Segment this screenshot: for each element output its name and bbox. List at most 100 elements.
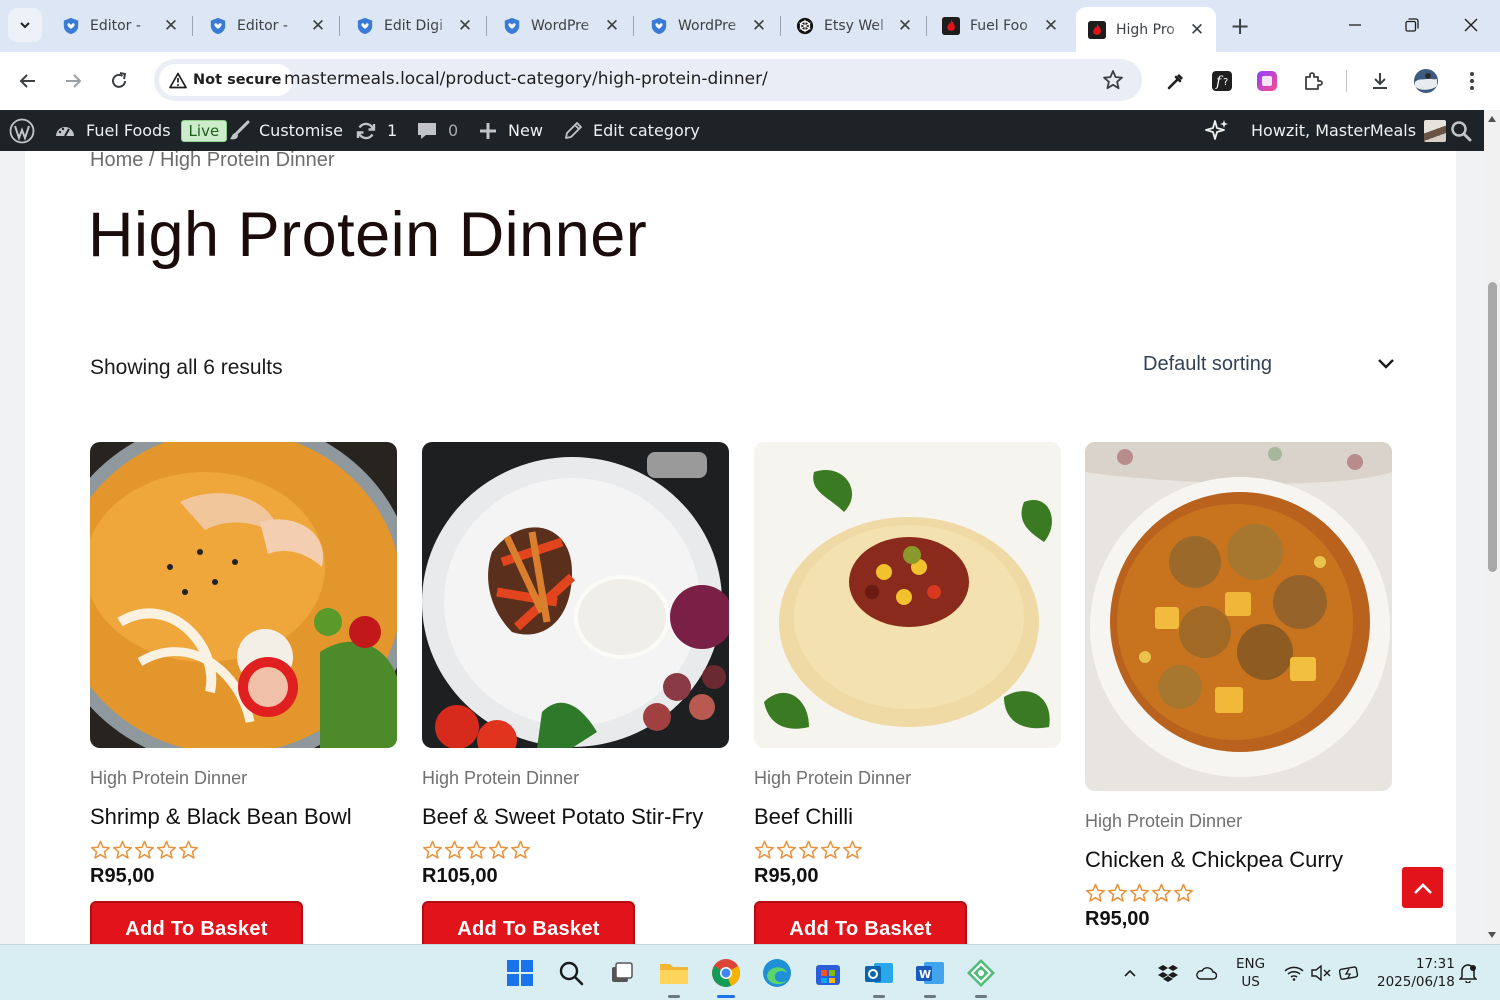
ai-sparkle-icon[interactable] [1203,110,1231,151]
onedrive-icon[interactable] [1195,945,1217,1000]
task-view-button[interactable] [606,957,638,989]
forward-button[interactable] [57,65,89,97]
page-viewport: Home / High Protein Dinner High Protein … [0,151,1484,944]
site-name-menu[interactable]: Fuel Foods Live [54,110,228,151]
clock[interactable]: 17:31 2025/06/18 [1377,945,1455,1000]
back-button[interactable] [12,65,44,97]
local-wp-icon [967,959,995,987]
add-to-basket-button[interactable]: Add To Basket [754,901,967,944]
star-icon [178,840,199,859]
volume-muted-icon[interactable] [1311,945,1331,1000]
download-icon[interactable] [1366,67,1394,95]
address-bar[interactable]: Not secure mastermeals.local/product-cat… [154,59,1142,101]
font-extension-icon[interactable]: f? [1208,67,1236,95]
more-menu-icon[interactable] [1458,67,1486,95]
eyedropper-extension-icon[interactable] [1162,67,1190,95]
product-category[interactable]: High Protein Dinner [1085,811,1392,832]
new-content-menu[interactable]: New [479,110,543,151]
close-icon[interactable]: ✕ [162,16,180,36]
flame-icon [1088,20,1106,39]
star-icon [112,840,133,859]
product-category[interactable]: High Protein Dinner [90,768,397,789]
wifi-icon[interactable] [1284,945,1304,1000]
edit-category-link[interactable]: Edit category [563,110,700,151]
close-icon[interactable]: ✕ [1042,16,1060,36]
browser-tab[interactable]: Edit Digi ✕ [344,7,484,45]
tray-overflow-icon[interactable] [1123,945,1137,1000]
taskbar-file-explorer[interactable] [658,957,690,998]
new-tab-button[interactable]: + [1226,12,1254,40]
scrollbar-thumb[interactable] [1488,282,1497,572]
browser-tab-active[interactable]: High Pro ✕ [1076,7,1216,52]
bookmark-star-icon[interactable] [1102,69,1124,95]
close-icon[interactable]: ✕ [896,16,914,36]
scroll-to-top-button[interactable] [1402,867,1443,908]
product-title[interactable]: Shrimp & Black Bean Bowl [90,804,397,830]
add-to-basket-button[interactable]: Add To Basket [422,901,635,944]
breadcrumb[interactable]: Home / High Protein Dinner [90,151,335,172]
product-title[interactable]: Chicken & Chickpea Curry [1085,847,1392,873]
dropbox-icon[interactable] [1158,945,1178,1000]
customise-link[interactable]: Customise [228,110,343,151]
scroll-up-arrow-icon[interactable] [1487,115,1497,123]
minimize-button[interactable] [1340,10,1370,40]
updates-link[interactable]: 1 [355,110,397,151]
search-button[interactable] [555,957,587,989]
product-image[interactable] [422,442,729,748]
browser-tab[interactable]: WordPre ✕ [638,7,778,45]
puzzle-extensions-icon[interactable] [1299,67,1327,95]
url-text[interactable]: mastermeals.local/product-category/high-… [284,69,768,89]
close-icon[interactable]: ✕ [750,16,768,36]
notification-bell-icon[interactable] [1459,945,1477,1000]
gradient-extension-icon[interactable] [1253,67,1281,95]
browser-tab[interactable]: Etsy Wel ✕ [784,7,924,45]
taskbar-store[interactable] [812,957,844,989]
my-account-menu[interactable]: Howzit, MasterMeals [1251,110,1447,151]
site-name: Fuel Foods [86,121,171,140]
reload-button[interactable] [103,65,135,97]
page-scrollbar[interactable] [1484,110,1500,944]
wordpress-shield-icon [62,17,80,35]
tab-search-button[interactable] [8,8,42,42]
taskbar-word[interactable]: W [914,957,946,998]
browser-tab[interactable]: Editor - ✕ [50,7,190,45]
taskbar-edge[interactable] [761,957,793,989]
restore-button[interactable] [1397,10,1427,40]
tab-title: WordPre [531,18,590,34]
close-icon[interactable]: ✕ [603,16,621,36]
close-icon[interactable]: ✕ [309,16,327,36]
profile-avatar-icon[interactable] [1412,67,1440,95]
product-image[interactable] [90,442,397,748]
windows-taskbar: W ENG US 17:31 2025/06/18 [0,944,1500,1000]
product-title[interactable]: Beef Chilli [754,804,1061,830]
language-indicator[interactable]: ENG US [1236,945,1265,1000]
restore-icon [1405,18,1419,32]
sorting-select[interactable]: Default sorting [1143,346,1395,382]
browser-tab[interactable]: Editor - ✕ [197,7,337,45]
wordpress-logo-icon[interactable] [9,110,35,151]
close-window-button[interactable] [1456,10,1486,40]
admin-search-icon[interactable] [1450,110,1472,151]
region-code: US [1241,974,1260,990]
security-chip[interactable]: Not secure [159,64,294,96]
browser-tab[interactable]: Fuel Foo ✕ [930,7,1070,45]
taskbar-outlook[interactable] [863,957,895,998]
add-to-basket-button[interactable]: Add To Basket [90,901,303,944]
start-button[interactable] [504,957,536,989]
product-category[interactable]: High Protein Dinner [754,768,1061,789]
close-icon[interactable]: ✕ [456,16,474,36]
battery-icon[interactable] [1339,945,1361,1000]
close-icon[interactable]: ✕ [1188,20,1206,40]
product-image[interactable] [754,442,1061,748]
product-title[interactable]: Beef & Sweet Potato Stir-Fry [422,804,729,830]
taskbar-chrome[interactable] [710,957,742,998]
comments-link[interactable]: 0 [416,110,458,151]
wp-admin-bar: Fuel Foods Live Customise 1 0 New Edit c… [0,110,1500,151]
product-image[interactable] [1085,442,1392,791]
browser-tab[interactable]: WordPre ✕ [491,7,631,45]
plus-icon [479,122,497,140]
comment-bubble-icon [416,121,438,141]
scroll-down-arrow-icon[interactable] [1487,931,1497,939]
product-category[interactable]: High Protein Dinner [422,768,729,789]
taskbar-local-app[interactable] [965,957,997,998]
